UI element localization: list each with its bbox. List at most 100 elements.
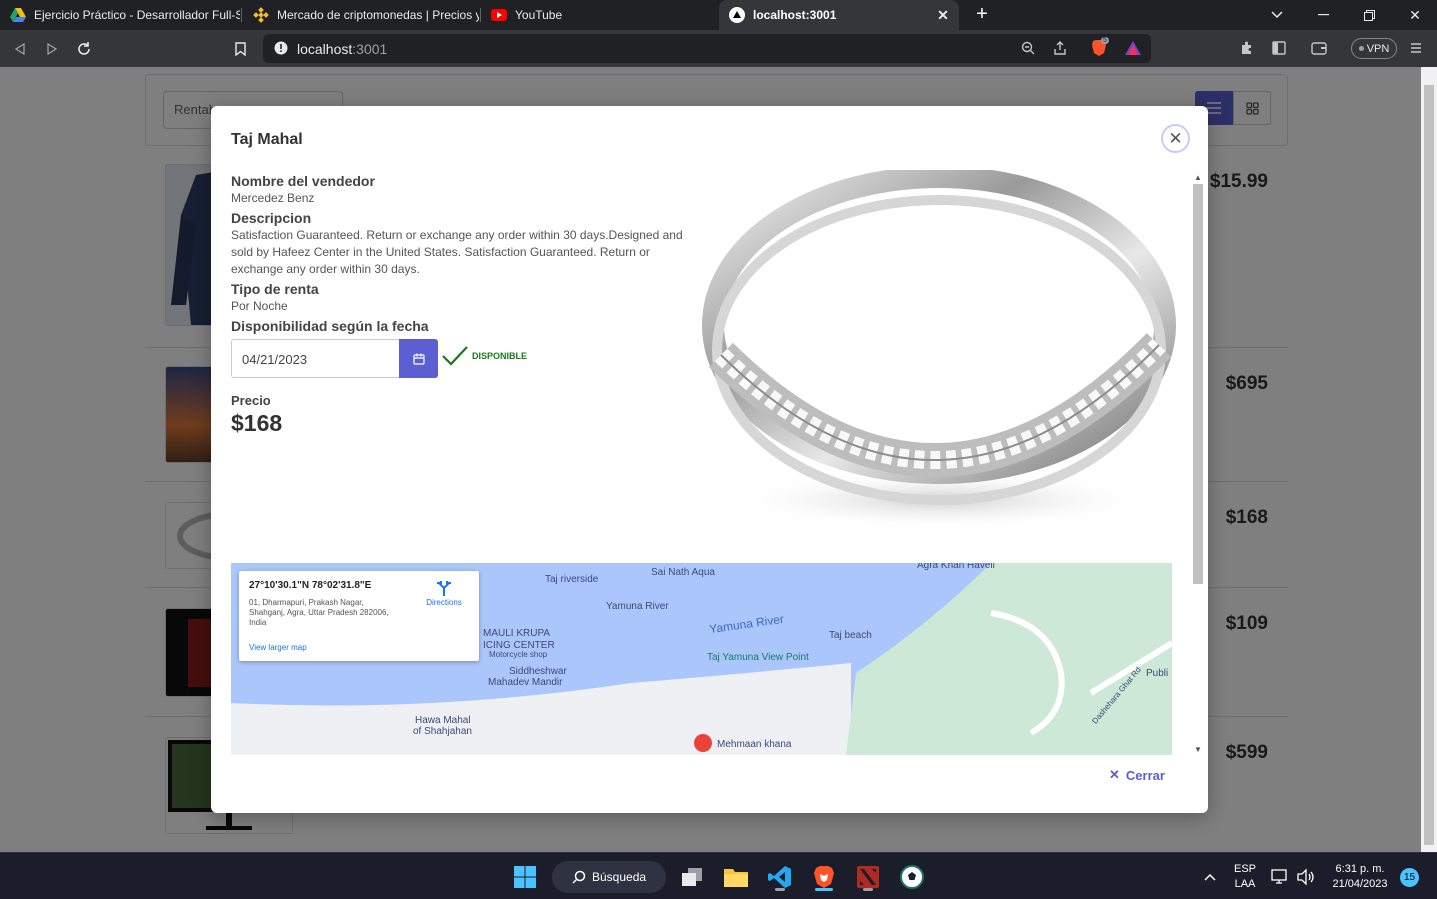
reload-icon[interactable] <box>73 38 95 60</box>
calendar-icon <box>412 353 425 365</box>
app-running-indicator <box>863 888 873 891</box>
close-window-icon[interactable]: ✕ <box>1392 0 1437 30</box>
vpn-label: VPN <box>1366 42 1390 55</box>
input-language[interactable]: ESP LAA <box>1228 862 1262 892</box>
calendar-button[interactable] <box>399 339 438 378</box>
description-value: Satisfaction Guaranteed. Return or excha… <box>231 228 683 276</box>
back-icon[interactable] <box>9 38 31 60</box>
directions-label: Directions <box>426 598 462 607</box>
windows-taskbar: Búsqueda ESP LAA 6:31 p. m. 21/04/2023 1… <box>0 852 1437 899</box>
map-place-label: Mahadev Mandir <box>488 677 563 688</box>
product-info: Nombre del vendedor Mercedez Benz Descri… <box>231 170 701 437</box>
seller-value: Mercedez Benz <box>231 191 315 205</box>
network-button[interactable] <box>1268 861 1292 893</box>
share-icon[interactable] <box>1050 38 1070 58</box>
new-tab-button[interactable]: + <box>971 4 993 26</box>
modal-scrollbar[interactable]: ▲ ▼ <box>1191 170 1205 757</box>
minimize-icon[interactable] <box>1300 0 1346 30</box>
map-place-label: Taj beach <box>829 630 872 641</box>
url-host: localhost <box>297 41 353 57</box>
modal-body: Nombre del vendedor Mercedez Benz Descri… <box>211 170 1191 757</box>
dota-button[interactable] <box>852 861 884 893</box>
browser-tab-strip: Ejercicio Práctico - Desarrollador Full-… <box>0 0 1437 30</box>
vscode-button[interactable] <box>764 861 796 893</box>
price-value: $168 <box>231 410 283 436</box>
tab-youtube[interactable]: YouTube <box>481 0 717 30</box>
dota-icon <box>857 866 879 888</box>
tab-title: Mercado de criptomonedas | Precios y <box>277 8 479 22</box>
map-address: 01, Dharmapuri, Prakash Nagar, Shahganj,… <box>249 598 389 627</box>
brave-button[interactable] <box>808 861 840 893</box>
volume-button[interactable] <box>1294 861 1318 893</box>
task-view-button[interactable] <box>676 861 708 893</box>
youtube-icon <box>491 7 507 23</box>
clock-time: 6:31 p. m. <box>1335 863 1385 875</box>
zoom-icon[interactable] <box>1018 38 1038 58</box>
tab-divider <box>241 8 242 22</box>
tray-overflow-button[interactable] <box>1195 861 1225 893</box>
site-info-icon[interactable] <box>274 41 288 60</box>
tab-localhost[interactable]: localhost:3001 ✕ <box>719 0 959 30</box>
menu-icon[interactable] <box>1406 38 1426 58</box>
start-button[interactable] <box>509 861 541 893</box>
google-drive-icon <box>10 7 26 23</box>
map-place-label: Taj Yamuna View Point <box>707 652 809 663</box>
map-coordinates: 27°10'30.1"N 78°02'31.8"E <box>249 580 372 591</box>
modal-close-button[interactable]: ✕ <box>1161 124 1190 153</box>
check-icon <box>442 346 468 366</box>
tab-title: localhost:3001 <box>753 8 837 22</box>
forward-icon[interactable] <box>41 38 63 60</box>
taskbar-search[interactable]: Búsqueda <box>552 861 666 893</box>
map-place-label: MAULI KRUPA <box>483 628 551 639</box>
close-icon: ✕ <box>1109 767 1120 782</box>
url-text: localhost:3001 <box>297 41 387 57</box>
map-place-label: Publi <box>1146 668 1169 679</box>
vpn-button[interactable]: VPN <box>1351 38 1397 59</box>
browser-toolbar: localhost:3001 5 VPN <box>0 30 1437 67</box>
product-image <box>701 170 1176 535</box>
map-place-label: Mehmaan khana <box>717 739 792 750</box>
date-picker: 04/21/2023 DISPONIBLE <box>231 339 701 379</box>
tab-search-icon[interactable] <box>1254 0 1300 30</box>
scrollbar-thumb[interactable] <box>1424 85 1434 845</box>
view-larger-map-link[interactable]: View larger map <box>249 643 307 652</box>
network-icon <box>1271 869 1287 884</box>
sidebar-icon[interactable] <box>1269 38 1289 58</box>
bookmark-icon[interactable] <box>229 38 251 60</box>
vscode-icon <box>768 866 791 888</box>
restore-icon[interactable] <box>1346 0 1392 30</box>
clock-date: 21/04/2023 <box>1332 878 1388 890</box>
close-tab-icon[interactable]: ✕ <box>935 7 951 23</box>
language-code: ESP <box>1233 863 1256 875</box>
close-label: Cerrar <box>1125 767 1165 783</box>
tab-binance[interactable]: Mercado de criptomonedas | Precios y <box>243 0 479 30</box>
scroll-down-icon[interactable]: ▼ <box>1194 745 1202 754</box>
url-port: :3001 <box>352 41 388 57</box>
notification-badge[interactable]: 15 <box>1400 868 1419 887</box>
directions-button[interactable]: Directions <box>419 580 469 607</box>
scroll-up-icon[interactable]: ▲ <box>1194 173 1202 182</box>
brave-rewards-icon[interactable] <box>1123 38 1143 58</box>
close-button[interactable]: ✕ Cerrar <box>1109 767 1165 783</box>
shields-count-badge: 5 <box>1101 37 1109 44</box>
task-view-icon <box>682 868 702 886</box>
page-scrollbar[interactable] <box>1421 67 1437 852</box>
file-explorer-button[interactable] <box>720 861 752 893</box>
date-input[interactable]: 04/21/2023 <box>231 339 399 378</box>
search-icon <box>572 870 586 884</box>
directions-icon <box>437 581 451 596</box>
modal-scrollbar-thumb[interactable] <box>1193 184 1203 584</box>
clock[interactable]: 6:31 p. m. 21/04/2023 <box>1322 862 1398 892</box>
search-label: Búsqueda <box>592 870 647 884</box>
keyboard-layout: LAA <box>1234 878 1256 890</box>
location-map[interactable]: 27°10'30.1"N 78°02'31.8"E 01, Dharmapuri… <box>231 563 1172 755</box>
rent-type-value: Por Noche <box>231 299 288 313</box>
tab-drive[interactable]: Ejercicio Práctico - Desarrollador Full-… <box>0 0 240 30</box>
extensions-icon[interactable] <box>1237 38 1257 58</box>
wallet-icon[interactable] <box>1309 38 1329 58</box>
folder-icon <box>724 869 748 887</box>
soccer-app-button[interactable] <box>896 861 928 893</box>
description-label: Descripcion <box>231 210 312 226</box>
map-place-label: Siddheshwar <box>509 666 567 677</box>
address-bar[interactable]: localhost:3001 5 <box>263 34 1151 63</box>
